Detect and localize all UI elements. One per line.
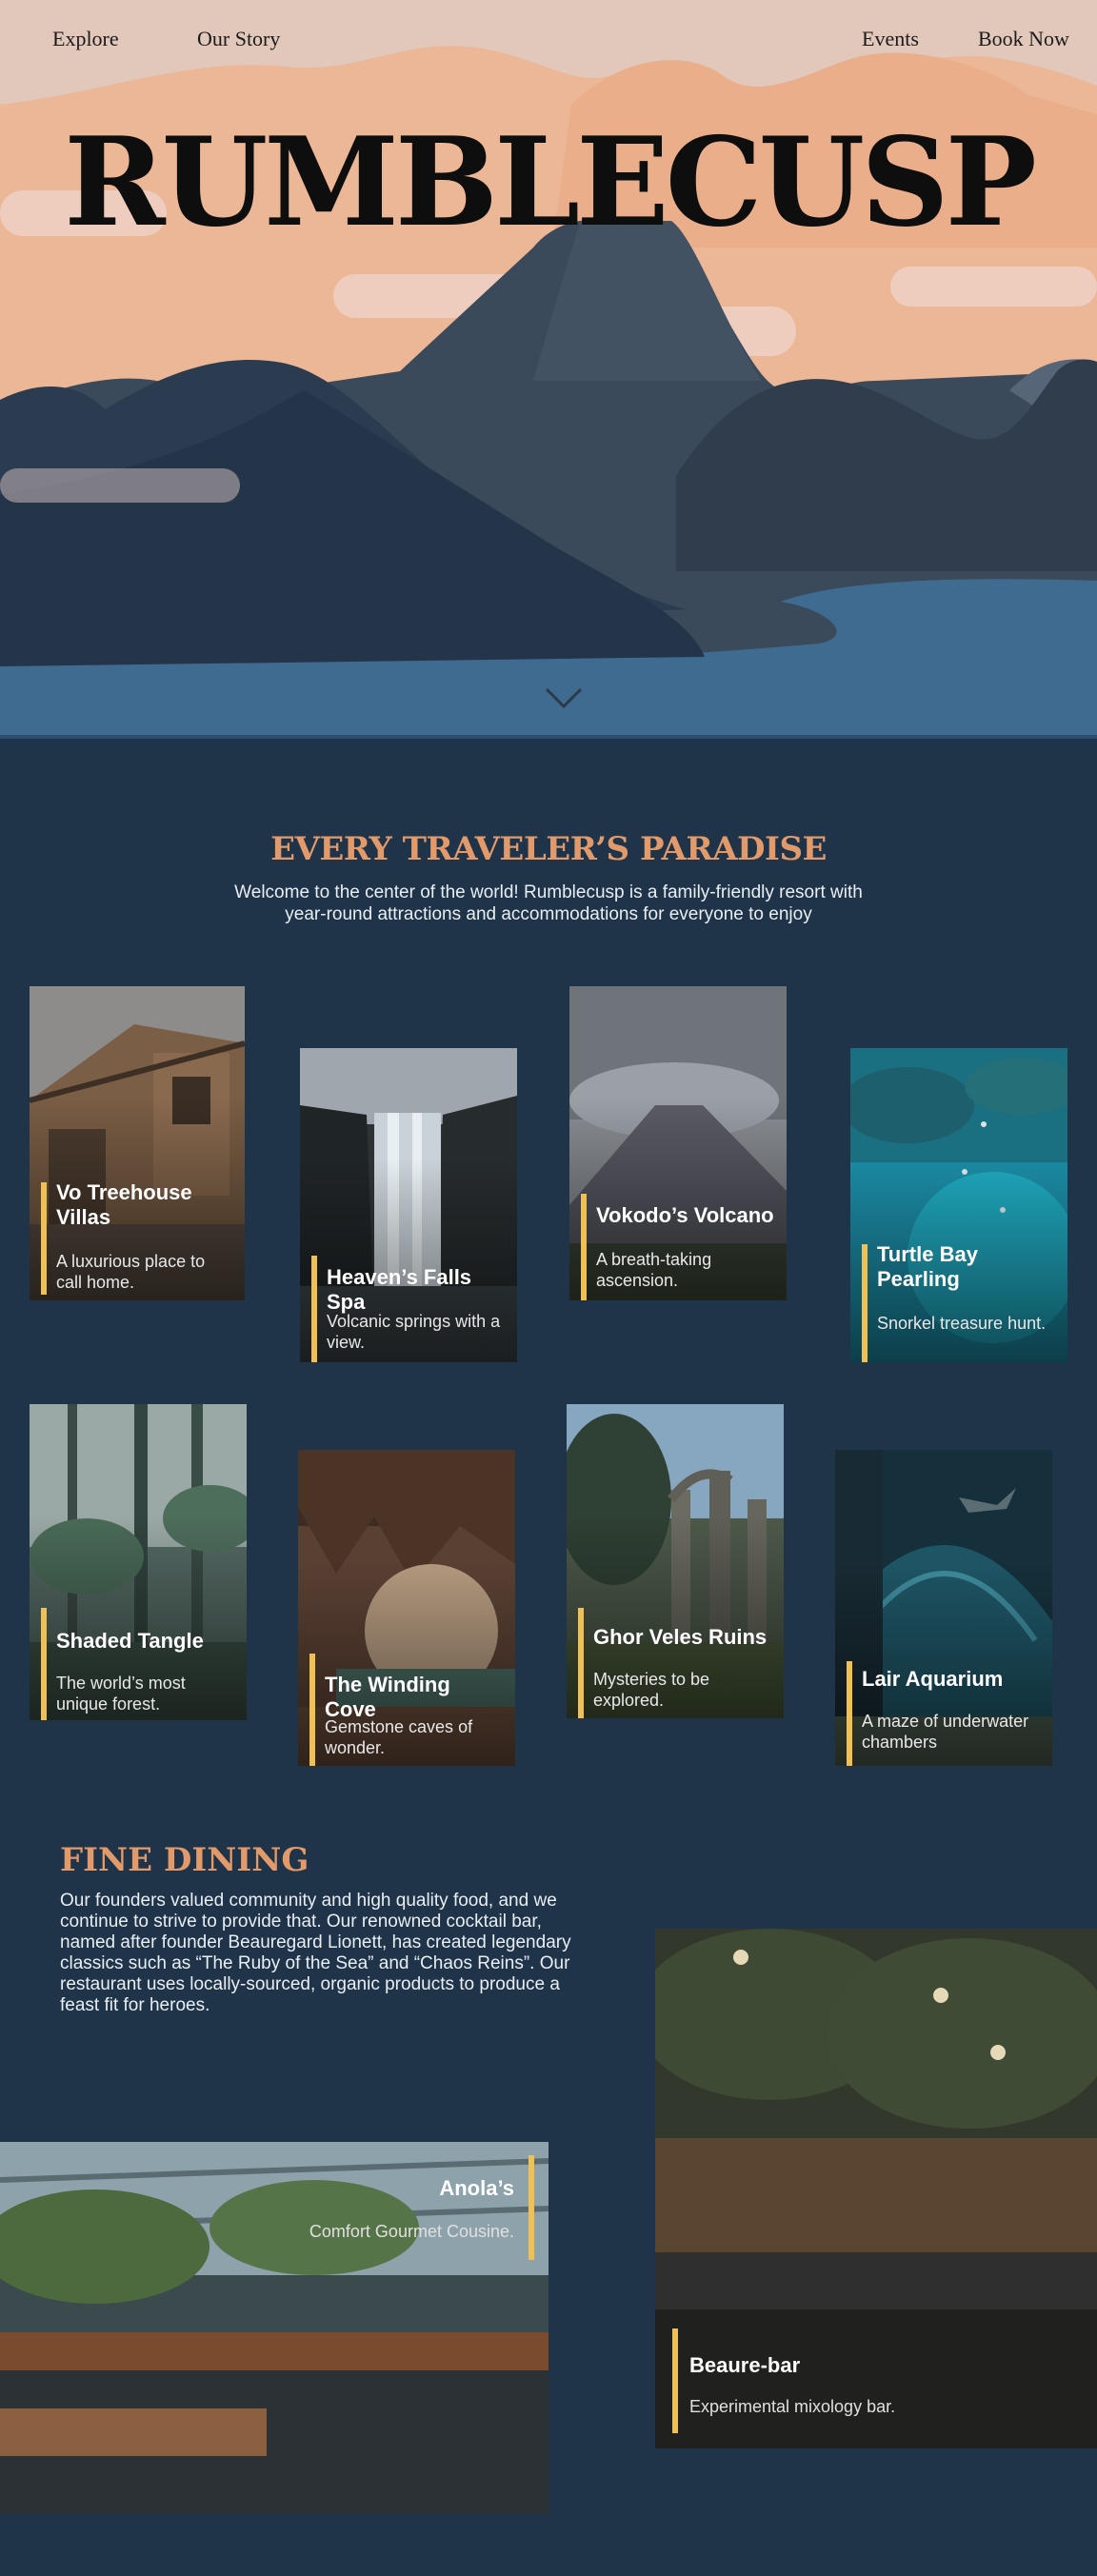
paradise-section-title: EVERY TRAVELER’S PARADISE [270, 830, 827, 868]
card-accent-bar [862, 1244, 868, 1362]
card-accent-bar [581, 1194, 587, 1300]
nav-our-story[interactable]: Our Story [197, 27, 280, 51]
venue-title: Anola’s [439, 2176, 514, 2200]
attraction-card-falls[interactable]: Heaven’s Falls Spa Volcanic springs with… [300, 1048, 517, 1362]
attraction-card-treehouse[interactable]: Vo Treehouse Villas A luxurious place to… [30, 986, 245, 1300]
card-accent-bar [578, 1608, 584, 1718]
hero-title: RUMBLECUSP [64, 111, 1037, 254]
attraction-card-turtle-bay[interactable]: Turtle Bay Pearling Snorkel treasure hun… [850, 1048, 1067, 1362]
nav-events[interactable]: Events [862, 27, 919, 51]
card-accent-bar [41, 1608, 47, 1720]
attraction-description: Mysteries to be explored. [593, 1670, 710, 1710]
nav-explore[interactable]: Explore [52, 27, 119, 51]
attraction-title: Turtle Bay Pearling [877, 1242, 978, 1291]
card-accent-bar [311, 1256, 317, 1362]
paradise-section-description: Welcome to the center of the world! Rumb… [234, 882, 863, 924]
venue-card-beaure-bar[interactable]: Beaure-bar Experimental mixology bar. [655, 1929, 1097, 2448]
attraction-card-cove[interactable]: The Winding Cove Gemstone caves of wonde… [298, 1450, 515, 1766]
attraction-description: Volcanic springs with a view. [327, 1312, 501, 1352]
attraction-card-forest[interactable]: Shaded Tangle The world’s most unique fo… [30, 1404, 247, 1720]
attraction-title: Shaded Tangle [56, 1629, 204, 1653]
attraction-description: A maze of underwater chambers [862, 1712, 1029, 1752]
attraction-description: Snorkel treasure hunt. [877, 1314, 1047, 1333]
dining-section-title: FINE DINING [60, 1841, 309, 1879]
venue-title: Beaure-bar [689, 2353, 801, 2377]
attraction-title: Ghor Veles Ruins [593, 1625, 768, 1649]
attraction-card-volcano[interactable]: Vokodo’s Volcano A breath-taking ascensi… [569, 986, 787, 1300]
attraction-title: The Winding Cove [325, 1673, 450, 1721]
scroll-down-button[interactable] [543, 684, 585, 712]
nav-book-now[interactable]: Book Now [978, 27, 1069, 51]
venue-description: Comfort Gourmet Cousine. [309, 2222, 514, 2241]
venue-description: Experimental mixology bar. [689, 2397, 896, 2416]
attraction-title: Vokodo’s Volcano [596, 1203, 774, 1227]
attraction-card-ruins[interactable]: Ghor Veles Ruins Mysteries to be explore… [567, 1404, 784, 1718]
attraction-title: Heaven’s Falls Spa [327, 1265, 472, 1314]
chevron-down-icon [545, 687, 583, 709]
attraction-title: Lair Aquarium [862, 1667, 1004, 1691]
card-accent-bar [309, 1654, 315, 1766]
card-accent-bar [41, 1182, 47, 1295]
venue-card-anolas[interactable]: Anola’s Comfort Gourmet Cousine. [0, 2142, 548, 2513]
attraction-title: Vo Treehouse Villas [56, 1180, 192, 1229]
attraction-card-aquarium[interactable]: Lair Aquarium A maze of underwater chamb… [835, 1450, 1052, 1766]
attraction-description: Gemstone caves of wonder. [325, 1717, 473, 1757]
venue-accent-bar [529, 2155, 534, 2260]
attraction-description: A luxurious place to call home. [56, 1252, 206, 1292]
dining-section-description: Our founders valued community and high q… [60, 1891, 571, 2015]
attraction-description: A breath-taking ascension. [596, 1250, 712, 1290]
venue-accent-bar [672, 2328, 678, 2433]
attraction-description: The world’s most unique forest. [56, 1674, 186, 1714]
hero-section: Explore Our Story Events Book Now RUMBLE… [0, 0, 1097, 739]
card-accent-bar [847, 1661, 852, 1766]
